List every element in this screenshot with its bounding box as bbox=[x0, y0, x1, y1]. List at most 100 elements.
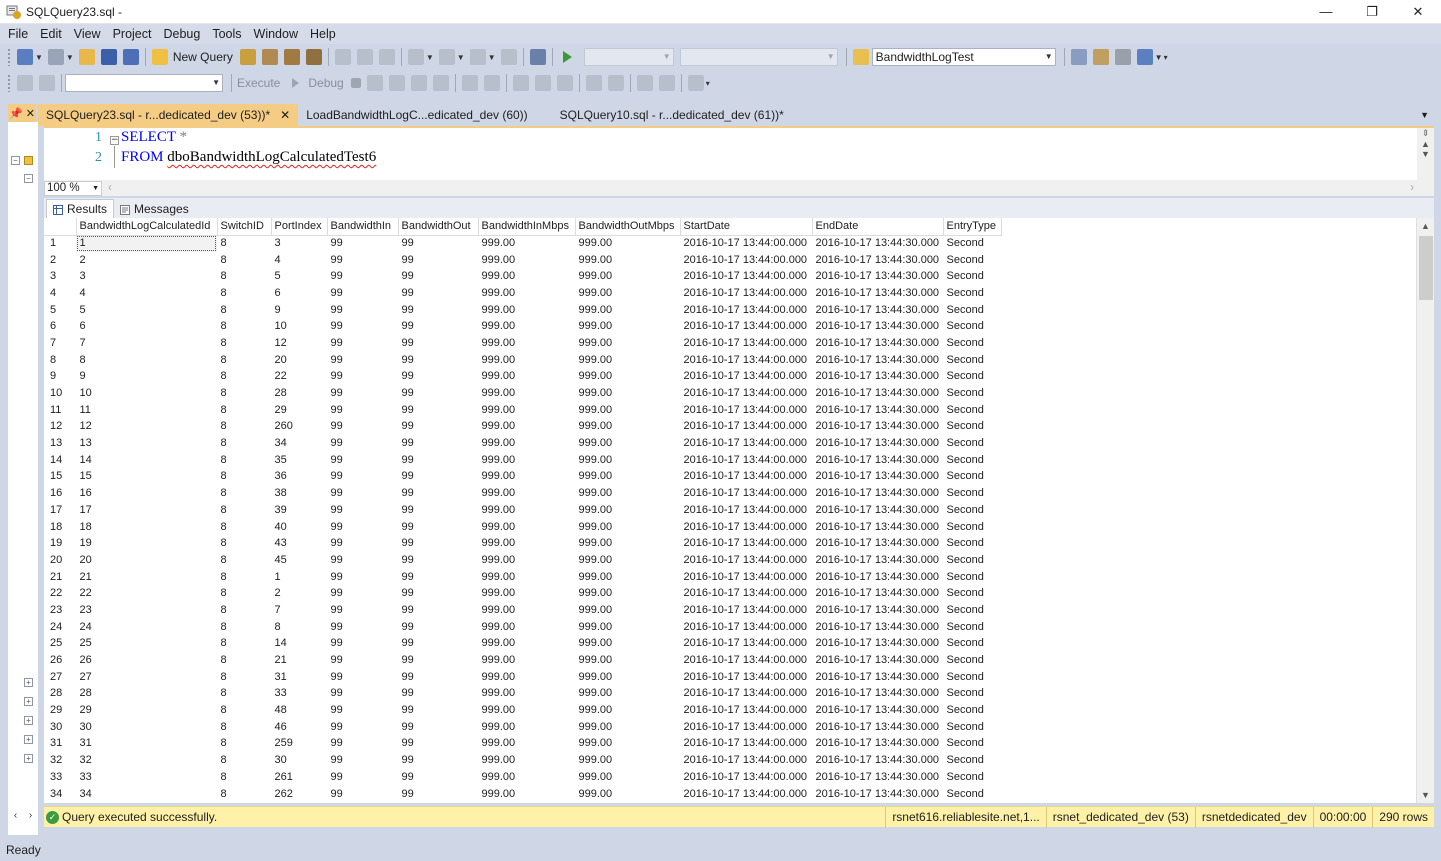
grid-cell[interactable]: 2016-10-17 13:44:30.000 bbox=[812, 652, 943, 669]
grid-cell[interactable]: 2016-10-17 13:44:30.000 bbox=[812, 686, 943, 703]
grid-cell[interactable]: 5 bbox=[271, 268, 327, 285]
grid-cell[interactable]: 999.00 bbox=[478, 268, 575, 285]
grid-cell[interactable]: 23 bbox=[76, 602, 217, 619]
sql-editor[interactable]: 1 2 − SELECT * FROM dboBandwidthLogCalcu… bbox=[44, 126, 1434, 180]
grid-cell[interactable]: 8 bbox=[217, 769, 271, 786]
grid-cell[interactable]: 8 bbox=[217, 519, 271, 536]
grid-cell[interactable]: Second bbox=[943, 686, 1001, 703]
row-number[interactable]: 33 bbox=[44, 769, 76, 786]
grid-cell[interactable]: 99 bbox=[327, 786, 398, 803]
grid-cell[interactable]: 30 bbox=[76, 719, 217, 736]
code-line-2[interactable]: FROM dboBandwidthLogCalculatedTest6 bbox=[121, 149, 376, 166]
grid-cell[interactable]: 999.00 bbox=[575, 485, 680, 502]
grid-cell[interactable]: 8 bbox=[217, 452, 271, 469]
grid-cell[interactable]: 2016-10-17 13:44:00.000 bbox=[680, 585, 812, 602]
grid-cell[interactable]: 999.00 bbox=[575, 719, 680, 736]
table-row[interactable]: 20 20 8 45 99 99 999.00 999.00 2016-10-17 13:44:… bbox=[44, 552, 1001, 569]
dropdown-arrow-icon[interactable]: ▼ bbox=[66, 53, 74, 62]
grid-cell[interactable]: 99 bbox=[398, 585, 478, 602]
row-number[interactable]: 10 bbox=[44, 385, 76, 402]
grid-cell[interactable]: 2016-10-17 13:44:30.000 bbox=[812, 502, 943, 519]
table-row[interactable]: 9 9 8 22 99 99 999.00 999.00 2016-10-17 13:44:00… bbox=[44, 368, 1001, 386]
restore-button[interactable]: ❐ bbox=[1349, 0, 1395, 24]
grid-cell[interactable]: 2016-10-17 13:44:30.000 bbox=[812, 268, 943, 285]
grid-cell[interactable]: 261 bbox=[271, 769, 327, 786]
grid-cell[interactable]: 13 bbox=[76, 435, 217, 452]
scroll-up-icon[interactable]: ▲ bbox=[1417, 221, 1434, 231]
grid-cell[interactable]: 999.00 bbox=[575, 585, 680, 602]
grid-cell[interactable]: 2016-10-17 13:44:00.000 bbox=[680, 669, 812, 686]
editor-vertical-scrollbar[interactable]: ⇕ ▲ ▼ bbox=[1417, 128, 1434, 180]
dropdown-arrow-icon[interactable]: ▼ bbox=[35, 53, 43, 62]
table-row[interactable]: 15 15 8 36 99 99 999.00 999.00 2016-10-17 13:44:… bbox=[44, 468, 1001, 486]
grid-cell[interactable]: 99 bbox=[398, 752, 478, 769]
grid-cell[interactable]: 2016-10-17 13:44:00.000 bbox=[680, 519, 812, 536]
scroll-down-icon[interactable]: ▼ bbox=[1421, 149, 1430, 159]
grid-cell[interactable]: 28 bbox=[76, 686, 217, 703]
grid-cell[interactable]: 999.00 bbox=[478, 402, 575, 419]
grid-cell[interactable]: 4 bbox=[271, 252, 327, 269]
grid-cell[interactable]: 999.00 bbox=[575, 352, 680, 369]
grid-cell[interactable]: 2016-10-17 13:44:30.000 bbox=[812, 419, 943, 436]
grid-cell[interactable]: 99 bbox=[327, 285, 398, 302]
grid-cell[interactable]: 99 bbox=[327, 435, 398, 452]
grid-cell[interactable]: Second bbox=[943, 619, 1001, 636]
table-row[interactable]: 3 3 8 5 99 99 999.00 999.00 2016-10-17 13:44:00.… bbox=[44, 268, 1001, 286]
grid-cell[interactable]: 8 bbox=[217, 535, 271, 552]
grid-cell[interactable]: Second bbox=[943, 552, 1001, 569]
grid-cell[interactable]: 2016-10-17 13:44:30.000 bbox=[812, 402, 943, 419]
grid-cell[interactable]: 99 bbox=[398, 452, 478, 469]
grid-cell[interactable]: 99 bbox=[398, 352, 478, 369]
execute-button[interactable]: Execute bbox=[237, 76, 280, 90]
tab-sqlquery23[interactable]: SQLQuery23.sql - r...dedicated_dev (53))… bbox=[38, 104, 299, 126]
grid-cell[interactable]: Second bbox=[943, 769, 1001, 786]
grid-cell[interactable]: 99 bbox=[398, 519, 478, 536]
grid-cell[interactable]: 2 bbox=[76, 252, 217, 269]
grid-cell[interactable]: 99 bbox=[398, 369, 478, 386]
grid-cell[interactable]: 2016-10-17 13:44:00.000 bbox=[680, 285, 812, 302]
grid-cell[interactable]: 99 bbox=[327, 569, 398, 586]
new-query-icon[interactable] bbox=[151, 49, 168, 65]
table-row[interactable]: 22 22 8 2 99 99 999.00 999.00 2016-10-17 13:44:0… bbox=[44, 585, 1001, 603]
grid-cell[interactable]: 19 bbox=[76, 535, 217, 552]
grid-cell[interactable]: 2016-10-17 13:44:30.000 bbox=[812, 469, 943, 486]
grid-cell[interactable]: 999.00 bbox=[575, 302, 680, 319]
debug-play-icon[interactable] bbox=[287, 75, 303, 91]
grid-cell[interactable]: Second bbox=[943, 652, 1001, 669]
grid-cell[interactable]: 99 bbox=[398, 619, 478, 636]
results-grid[interactable]: BandwidthLogCalculatedId SwitchID PortIn… bbox=[44, 218, 1434, 803]
table-row[interactable]: 31 31 8 259 99 99 999.00 999.00 2016-10-17 13:44… bbox=[44, 735, 1001, 753]
grid-cell[interactable]: 2016-10-17 13:44:00.000 bbox=[680, 535, 812, 552]
grid-cell[interactable]: 2016-10-17 13:44:00.000 bbox=[680, 435, 812, 452]
grid-cell[interactable]: 27 bbox=[76, 669, 217, 686]
grid-cell[interactable]: 999.00 bbox=[478, 302, 575, 319]
tab-results[interactable]: Results bbox=[46, 199, 115, 218]
grid-cell[interactable]: 8 bbox=[217, 335, 271, 352]
table-row[interactable]: 8 8 8 20 99 99 999.00 999.00 2016-10-17 13:44:00… bbox=[44, 351, 1001, 369]
grid-cell[interactable]: 99 bbox=[327, 268, 398, 285]
grid-cell[interactable]: 260 bbox=[271, 419, 327, 436]
grid-cell[interactable]: 99 bbox=[327, 485, 398, 502]
grid-cell[interactable]: 999.00 bbox=[478, 602, 575, 619]
grid-cell[interactable]: 99 bbox=[327, 402, 398, 419]
grid-cell[interactable]: 8 bbox=[217, 585, 271, 602]
grid-cell[interactable]: 17 bbox=[76, 502, 217, 519]
grid-cell[interactable]: Second bbox=[943, 502, 1001, 519]
grid-cell[interactable]: 35 bbox=[271, 452, 327, 469]
grid-cell[interactable]: 99 bbox=[327, 535, 398, 552]
grid-cell[interactable]: 999.00 bbox=[478, 419, 575, 436]
grid-cell[interactable]: 2016-10-17 13:44:30.000 bbox=[812, 318, 943, 335]
table-row[interactable]: 18 18 8 40 99 99 999.00 999.00 2016-10-17 13:44:… bbox=[44, 518, 1001, 536]
grid-cell[interactable]: 2016-10-17 13:44:00.000 bbox=[680, 369, 812, 386]
row-number[interactable]: 24 bbox=[44, 618, 76, 636]
grid-cell[interactable]: 48 bbox=[271, 702, 327, 719]
grid-cell[interactable]: Second bbox=[943, 318, 1001, 335]
grid-cell[interactable]: 999.00 bbox=[478, 335, 575, 352]
column-header[interactable]: EntryType bbox=[943, 218, 1002, 236]
grid-cell[interactable]: 9 bbox=[76, 369, 217, 386]
grid-cell[interactable]: 2016-10-17 13:44:00.000 bbox=[680, 752, 812, 769]
row-number[interactable]: 11 bbox=[44, 401, 76, 419]
pin-icon[interactable]: 📌 bbox=[9, 107, 23, 120]
grid-cell[interactable]: Second bbox=[943, 702, 1001, 719]
display-estimated-plan-icon[interactable] bbox=[388, 75, 405, 91]
